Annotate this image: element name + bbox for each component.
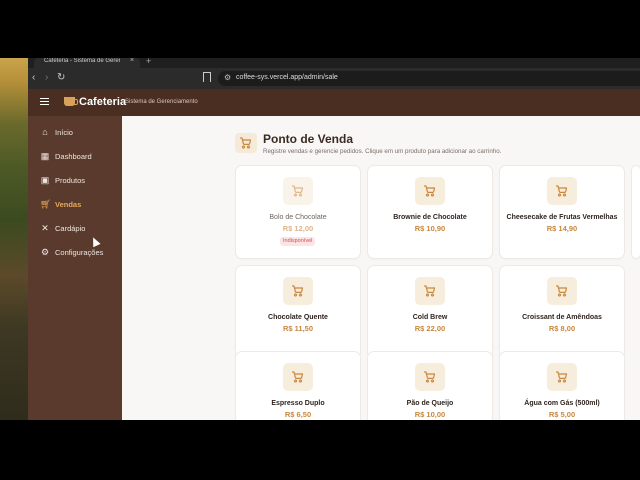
product-price: R$ 10,90 (414, 224, 446, 233)
forward-icon[interactable]: › (45, 72, 48, 84)
product-card[interactable]: Cold Brew R$ 22,00 (368, 266, 492, 358)
page-subtitle: Registre vendas e gerencie pedidos. Cliq… (263, 148, 502, 155)
reload-icon[interactable]: ↻ (57, 72, 65, 84)
screen: Cafeteria - Sistema de Gerenciam × + ‹ ›… (0, 58, 640, 420)
dashboard-icon: ▦ (40, 151, 50, 161)
browser-tab[interactable]: Cafeteria - Sistema de Gerenciam × (34, 58, 140, 68)
product-card[interactable]: Cheesecake de Frutas Vermelhas R$ 14,90 (500, 166, 624, 258)
cart-icon (283, 277, 313, 305)
product-card[interactable]: Espresso Duplo R$ 6,50 (236, 352, 360, 420)
product-card[interactable]: Chocolate Quente R$ 11,50 (236, 266, 360, 358)
sidebar-item-label: Cardápio (55, 224, 86, 233)
product-card[interactable]: Bolo de Chocolate R$ 12,00 Indisponível (236, 166, 360, 258)
brand-subtitle: Sistema de Gerenciamento (125, 99, 198, 105)
cart-icon (415, 177, 445, 205)
product-card[interactable]: Croissant de Amêndoas R$ 8,00 (500, 266, 624, 358)
product-price: R$ 11,50 (282, 324, 314, 333)
product-name: Água com Gás (500ml) (524, 400, 600, 407)
address-bar[interactable]: ⚙ coffee-sys.vercel.app/admin/sale (218, 71, 640, 86)
sidebar-item-vendas[interactable]: 🛒︎ Vendas (28, 195, 122, 213)
cart-icon (547, 177, 577, 205)
url-text: coffee-sys.vercel.app/admin/sale (236, 74, 338, 81)
browser-tab-bar: Cafeteria - Sistema de Gerenciam × + (28, 58, 640, 68)
new-tab-icon[interactable]: + (146, 58, 151, 66)
menu-icon[interactable] (40, 98, 49, 105)
sidebar-item-label: Início (55, 128, 73, 137)
main-content: Ponto de Venda Registre vendas e gerenci… (122, 116, 640, 420)
brand-name: Cafeteria (79, 96, 127, 108)
desktop-wallpaper (0, 58, 28, 420)
box-icon: ▣ (40, 175, 50, 185)
cart-icon (415, 277, 445, 305)
product-card-partial[interactable] (632, 166, 640, 258)
product-price: R$ 10,00 (414, 410, 446, 419)
cart-icon (283, 363, 313, 391)
tab-title: Cafeteria - Sistema de Gerenciam (44, 58, 120, 64)
sidebar-item-dashboard[interactable]: ▦ Dashboard (28, 147, 122, 165)
app: Cafeteria Sistema de Gerenciamento ⌂ Iní… (28, 89, 640, 420)
sidebar-item-label: Dashboard (55, 152, 92, 161)
cart-icon (283, 177, 313, 205)
product-card[interactable]: Brownie de Chocolate R$ 10,90 (368, 166, 492, 258)
product-price: R$ 8,00 (548, 324, 576, 333)
product-name: Croissant de Amêndoas (522, 314, 602, 321)
product-name: Bolo de Chocolate (269, 214, 327, 221)
app-header: Cafeteria Sistema de Gerenciamento (28, 89, 640, 116)
product-price: R$ 14,90 (546, 224, 578, 233)
product-price: R$ 6,50 (284, 410, 312, 419)
cart-icon (547, 363, 577, 391)
sidebar: ⌂ Início ▦ Dashboard ▣ Produtos 🛒︎ Venda… (28, 116, 122, 420)
cart-icon: 🛒︎ (40, 199, 52, 209)
product-name: Cheesecake de Frutas Vermelhas (506, 214, 618, 221)
cart-icon (547, 277, 577, 305)
product-price: R$ 5,00 (548, 410, 576, 419)
tab-close-icon[interactable]: × (130, 58, 134, 64)
back-icon[interactable]: ‹ (32, 72, 35, 84)
sidebar-item-label: Vendas (55, 200, 82, 209)
product-name: Cold Brew (412, 314, 448, 321)
browser-toolbar: ‹ › ↻ ⚙ coffee-sys.vercel.app/admin/sale (28, 68, 640, 89)
video-frame: Cafeteria - Sistema de Gerenciam × + ‹ ›… (0, 0, 640, 480)
sidebar-item-produtos[interactable]: ▣ Produtos (28, 171, 122, 189)
sidebar-item-label: Produtos (55, 176, 86, 185)
bookmark-icon[interactable] (203, 72, 211, 82)
product-name: Pão de Queijo (406, 400, 454, 407)
sidebar-item-inicio[interactable]: ⌂ Início (28, 123, 122, 141)
sidebar-item-label: Configurações (55, 248, 104, 257)
sidebar-item-cardapio[interactable]: ✕ Cardápio (28, 219, 122, 237)
product-price: R$ 22,00 (414, 324, 446, 333)
pos-cart-icon (235, 133, 257, 153)
home-icon: ⌂ (42, 127, 48, 137)
product-price: R$ 12,00 (282, 224, 314, 233)
product-name: Espresso Duplo (271, 400, 325, 407)
unavailable-badge: Indisponível (280, 237, 316, 246)
cart-icon (415, 363, 445, 391)
page-title: Ponto de Venda (263, 132, 354, 146)
product-name: Chocolate Quente (268, 314, 328, 321)
site-info-icon[interactable]: ⚙ (224, 73, 231, 82)
coffee-cup-icon (64, 97, 78, 106)
utensils-icon: ✕ (41, 223, 49, 233)
gear-icon: ⚙ (40, 247, 50, 257)
product-card[interactable]: Pão de Queijo R$ 10,00 (368, 352, 492, 420)
sidebar-item-configuracoes[interactable]: ⚙ Configurações (28, 243, 122, 261)
product-card[interactable]: Água com Gás (500ml) R$ 5,00 (500, 352, 624, 420)
product-name: Brownie de Chocolate (393, 214, 467, 221)
